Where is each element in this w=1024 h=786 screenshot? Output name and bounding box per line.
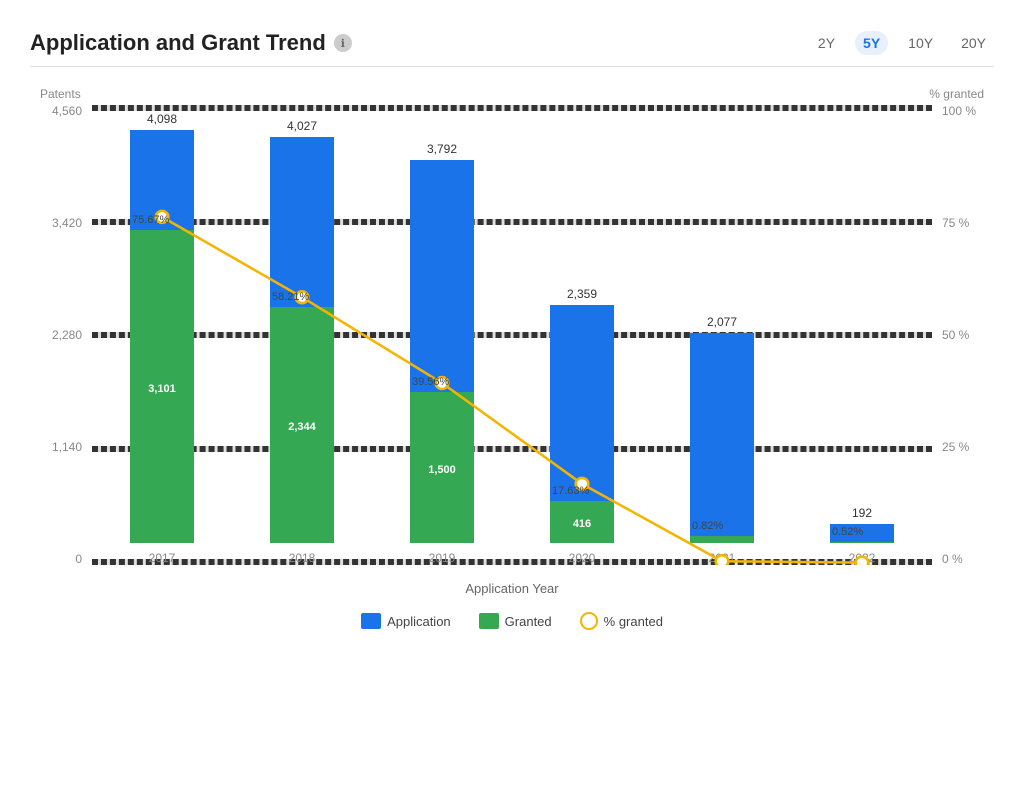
y-axis-left-label: Patents (40, 87, 81, 101)
bar-group-2021: 2,077 0.82% 2021 (690, 315, 754, 565)
x-label-2017: 2017 (149, 551, 176, 565)
bar-granted-value-2019: 1,500 (410, 464, 474, 476)
info-icon[interactable]: ℹ (334, 34, 352, 52)
legend-granted: Granted (479, 613, 552, 629)
bar-pct-label-2020: 17.63% (552, 485, 589, 497)
bar-group-2020: 2,359 17.63% 416 2020 (550, 287, 614, 565)
bar-group-2019: 3,792 39.56% 1,500 2019 (410, 142, 474, 565)
legend-area: Application Granted % granted (30, 612, 994, 630)
x-label-2021: 2021 (709, 551, 736, 565)
header-row: Application and Grant Trend ℹ 2Y 5Y 10Y … (30, 30, 994, 56)
y-tick-2280: 2,280 (40, 329, 82, 341)
y-axis-right: 0 % 25 % 50 % 75 % 100 % (932, 105, 984, 565)
legend-pct-swatch (580, 612, 598, 630)
bar-app-label-2019: 3,792 (427, 142, 457, 156)
legend-pct-granted: % granted (580, 612, 663, 630)
bar-app-label-2018: 4,027 (287, 119, 317, 133)
x-label-2022: 2022 (849, 551, 876, 565)
bar-app-label-2020: 2,359 (567, 287, 597, 301)
y-tick-pct-0: 0 % (942, 553, 984, 565)
bar-group-2022: 192 0.52% 2022 (830, 506, 894, 565)
bar-group-2018: 4,027 58.21% 2,344 2018 (270, 119, 334, 565)
legend-granted-swatch (479, 613, 499, 629)
axis-labels-row: Patents % granted (30, 87, 994, 101)
chart-title: Application and Grant Trend (30, 30, 326, 56)
time-filter-5y[interactable]: 5Y (855, 31, 888, 55)
x-label-2019: 2019 (429, 551, 456, 565)
bar-group-2017: 4,098 75.67% 3,101 2017 (130, 112, 194, 565)
bar-pct-label-2022: 0.52% (832, 526, 863, 538)
x-axis-title: Application Year (30, 581, 994, 596)
bar-pct-label-2021: 0.82% (692, 520, 723, 532)
y-axis-left: 0 1,140 2,280 3,420 4,560 (40, 105, 92, 565)
legend-pct-label: % granted (604, 614, 663, 629)
bars-row: 4,098 75.67% 3,101 2017 4,027 58.21% 2,344 2018… (92, 105, 932, 565)
bar-granted-2022 (830, 542, 894, 543)
y-tick-4560: 4,560 (40, 105, 82, 117)
bar-pct-label-2019: 39.56% (412, 376, 449, 388)
header-divider (30, 66, 994, 67)
chart-container: Application and Grant Trend ℹ 2Y 5Y 10Y … (0, 0, 1024, 786)
legend-application: Application (361, 613, 451, 629)
bar-application-2021 (690, 333, 754, 543)
x-label-2020: 2020 (569, 551, 596, 565)
chart-inner: 0 1,140 2,280 3,420 4,560 4,098 75.67% 3,1… (30, 105, 994, 565)
bar-app-label-2021: 2,077 (707, 315, 737, 329)
time-filter-2y[interactable]: 2Y (810, 31, 843, 55)
y-tick-pct-25: 25 % (942, 441, 984, 453)
y-tick-0: 0 (40, 553, 82, 565)
time-filter-20y[interactable]: 20Y (953, 31, 994, 55)
y-tick-3420: 3,420 (40, 217, 82, 229)
y-tick-pct-100: 100 % (942, 105, 984, 117)
title-area: Application and Grant Trend ℹ (30, 30, 352, 56)
bar-pct-label-2017: 75.67% (132, 214, 169, 226)
bar-granted-2021 (690, 536, 754, 543)
bar-app-label-2022: 192 (852, 506, 872, 520)
y-axis-right-label: % granted (929, 87, 984, 101)
x-label-2018: 2018 (289, 551, 316, 565)
bar-app-label-2017: 4,098 (147, 112, 177, 126)
time-filter-10y[interactable]: 10Y (900, 31, 941, 55)
legend-granted-label: Granted (505, 614, 552, 629)
y-tick-pct-50: 50 % (942, 329, 984, 341)
bar-granted-value-2017: 3,101 (130, 383, 194, 395)
legend-application-swatch (361, 613, 381, 629)
bar-granted-value-2018: 2,344 (270, 421, 334, 433)
y-tick-1140: 1,140 (40, 441, 82, 453)
bars-and-grid: 4,098 75.67% 3,101 2017 4,027 58.21% 2,344 2018… (92, 105, 932, 565)
y-tick-pct-75: 75 % (942, 217, 984, 229)
legend-application-label: Application (387, 614, 451, 629)
bar-granted-value-2020: 416 (550, 518, 614, 530)
bar-pct-label-2018: 58.21% (272, 291, 309, 303)
time-filters: 2Y 5Y 10Y 20Y (810, 31, 994, 55)
